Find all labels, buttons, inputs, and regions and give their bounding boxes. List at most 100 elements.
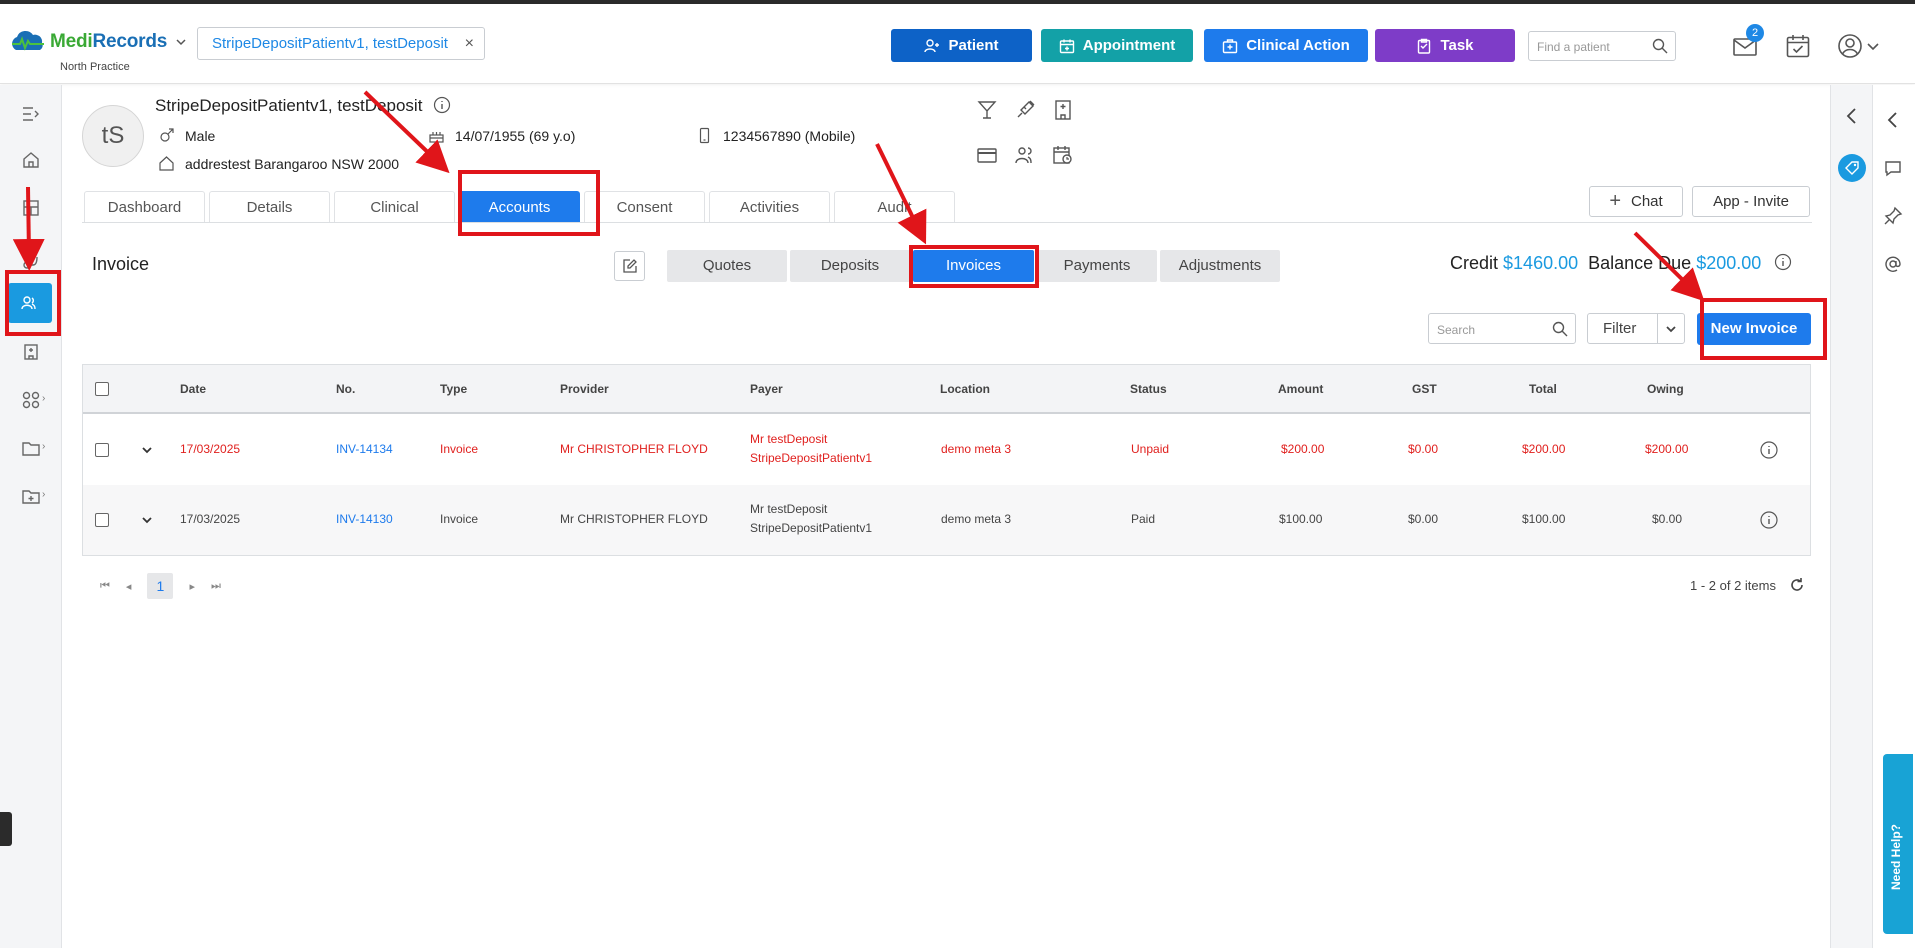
subtab-deposits[interactable]: Deposits	[790, 250, 910, 282]
row-checkbox[interactable]	[95, 513, 109, 527]
invoice-search-input[interactable]: Search	[1428, 313, 1576, 344]
chevron-down-icon[interactable]	[175, 36, 187, 48]
cell-invoice-number[interactable]: INV-14130	[336, 510, 393, 529]
sidebar-item-home[interactable]	[14, 143, 48, 177]
search-icon[interactable]	[1552, 321, 1568, 337]
mail-count-badge: 2	[1746, 24, 1764, 42]
need-help-widget[interactable]: Need Help?	[1883, 754, 1913, 934]
tab-dashboard[interactable]: Dashboard	[84, 191, 205, 223]
table-row[interactable]: 17/03/2025 INV-14134 Invoice Mr CHRISTOP…	[83, 415, 1810, 485]
calendar-clock-icon[interactable]	[1052, 144, 1074, 166]
chevron-down-icon[interactable]	[140, 513, 154, 527]
next-page-icon[interactable]: ▸	[189, 580, 195, 593]
search-icon[interactable]	[1652, 38, 1668, 54]
apps-icon	[22, 391, 40, 409]
birthday-cake-icon	[429, 132, 444, 143]
column-header[interactable]: Location	[940, 382, 990, 396]
select-all-checkbox[interactable]	[95, 382, 109, 396]
calendar-check-icon[interactable]	[1784, 32, 1812, 60]
cell-type: Invoice	[440, 512, 479, 526]
folder-icon	[22, 442, 40, 456]
avatar: tS	[82, 105, 144, 167]
patient-dob: 14/07/1955 (69 y.o)	[428, 127, 575, 144]
tab-divider	[82, 222, 1812, 223]
cell-owing: $200.00	[1645, 442, 1689, 456]
contacts-icon[interactable]	[1014, 144, 1036, 166]
patient-gender: Male	[158, 127, 215, 144]
table-row[interactable]: 17/03/2025 INV-14130 Invoice Mr CHRISTOP…	[83, 485, 1810, 555]
column-header[interactable]: Provider	[560, 382, 609, 396]
pin-icon[interactable]	[1883, 206, 1903, 226]
info-icon[interactable]	[1759, 440, 1779, 460]
gender-icon	[160, 128, 174, 142]
dashboard-icon	[23, 200, 39, 216]
column-header[interactable]: Status	[1130, 382, 1167, 396]
new-appointment-button[interactable]: Appointment	[1041, 29, 1193, 62]
subtab-payments[interactable]: Payments	[1037, 250, 1157, 282]
chevron-down-icon[interactable]	[1866, 32, 1880, 60]
info-icon[interactable]	[1759, 510, 1779, 530]
tab-clinical[interactable]: Clinical	[334, 191, 455, 223]
tag-button[interactable]	[1838, 154, 1866, 182]
chevron-down-icon[interactable]	[140, 443, 154, 457]
column-header[interactable]: Date	[180, 382, 206, 396]
cell-status: Paid	[1131, 512, 1156, 526]
collapse-left-icon[interactable]	[1883, 110, 1903, 130]
column-header[interactable]: No.	[336, 382, 355, 396]
close-icon[interactable]: ×	[465, 28, 474, 59]
invoice-table: Date No. Type Provider Payer Location St…	[82, 364, 1811, 556]
filter-button[interactable]: Filter	[1587, 313, 1685, 344]
tab-consent[interactable]: Consent	[584, 191, 705, 223]
clipboard-icon	[1418, 38, 1431, 54]
hospital-icon[interactable]	[1052, 99, 1074, 121]
chevron-down-icon[interactable]	[1664, 322, 1678, 336]
column-header[interactable]: Total	[1529, 382, 1557, 396]
patient-phone: 1234567890 (Mobile)	[696, 127, 855, 144]
need-help-label: Need Help?	[1889, 823, 1903, 890]
collapse-left-icon[interactable]	[1842, 106, 1862, 126]
comment-icon[interactable]	[1883, 158, 1903, 178]
syringe-icon[interactable]	[1014, 99, 1036, 121]
tab-audit[interactable]: Audit	[834, 191, 955, 223]
clinical-action-button[interactable]: Clinical Action	[1204, 29, 1368, 62]
info-icon[interactable]	[1774, 253, 1792, 271]
previous-page-icon[interactable]: ◂	[126, 580, 132, 593]
first-page-icon[interactable]: ⏮	[100, 580, 110, 593]
open-patient-chip[interactable]: StripeDepositPatientv1, testDeposit ×	[197, 27, 485, 60]
column-header[interactable]: Payer	[750, 382, 783, 396]
edit-button[interactable]	[614, 251, 645, 281]
cell-invoice-number[interactable]: INV-14134	[336, 440, 393, 459]
new-task-button[interactable]: Task	[1375, 29, 1515, 62]
refresh-icon[interactable]	[1788, 576, 1806, 594]
practice-name: North Practice	[60, 61, 130, 73]
building-icon	[24, 344, 38, 360]
column-header[interactable]: GST	[1412, 382, 1437, 396]
new-patient-button[interactable]: Patient	[891, 29, 1032, 62]
patient-name: StripeDepositPatientv1, testDeposit	[155, 96, 451, 116]
credit-card-icon[interactable]	[976, 144, 998, 166]
user-account-icon[interactable]	[1836, 32, 1864, 60]
subtab-adjustments[interactable]: Adjustments	[1160, 250, 1280, 282]
sidebar-item-dashboard[interactable]	[14, 191, 48, 225]
tab-activities[interactable]: Activities	[709, 191, 830, 223]
row-checkbox[interactable]	[95, 443, 109, 457]
app-invite-button[interactable]: App - Invite	[1692, 186, 1810, 217]
info-icon[interactable]	[433, 96, 451, 114]
mention-icon[interactable]	[1883, 254, 1903, 274]
last-page-icon[interactable]: ⏭	[211, 580, 221, 593]
cell-amount: $100.00	[1279, 512, 1323, 526]
subtab-quotes[interactable]: Quotes	[667, 250, 787, 282]
column-header[interactable]: Type	[440, 382, 467, 396]
cell-total: $100.00	[1522, 512, 1566, 526]
sidebar-expand-button[interactable]	[14, 97, 48, 131]
page-number-button[interactable]: 1	[147, 573, 174, 599]
cocktail-glass-icon[interactable]	[976, 99, 998, 121]
brand-logo[interactable]: MediRecords	[8, 30, 187, 54]
side-drag-handle[interactable]	[0, 812, 12, 846]
column-header[interactable]: Amount	[1278, 382, 1323, 396]
tab-details[interactable]: Details	[209, 191, 330, 223]
column-header[interactable]: Owing	[1647, 382, 1684, 396]
chat-button[interactable]: + Chat	[1589, 186, 1683, 217]
sidebar-item-facility[interactable]	[14, 335, 48, 369]
find-patient-input[interactable]: Find a patient	[1528, 31, 1676, 61]
